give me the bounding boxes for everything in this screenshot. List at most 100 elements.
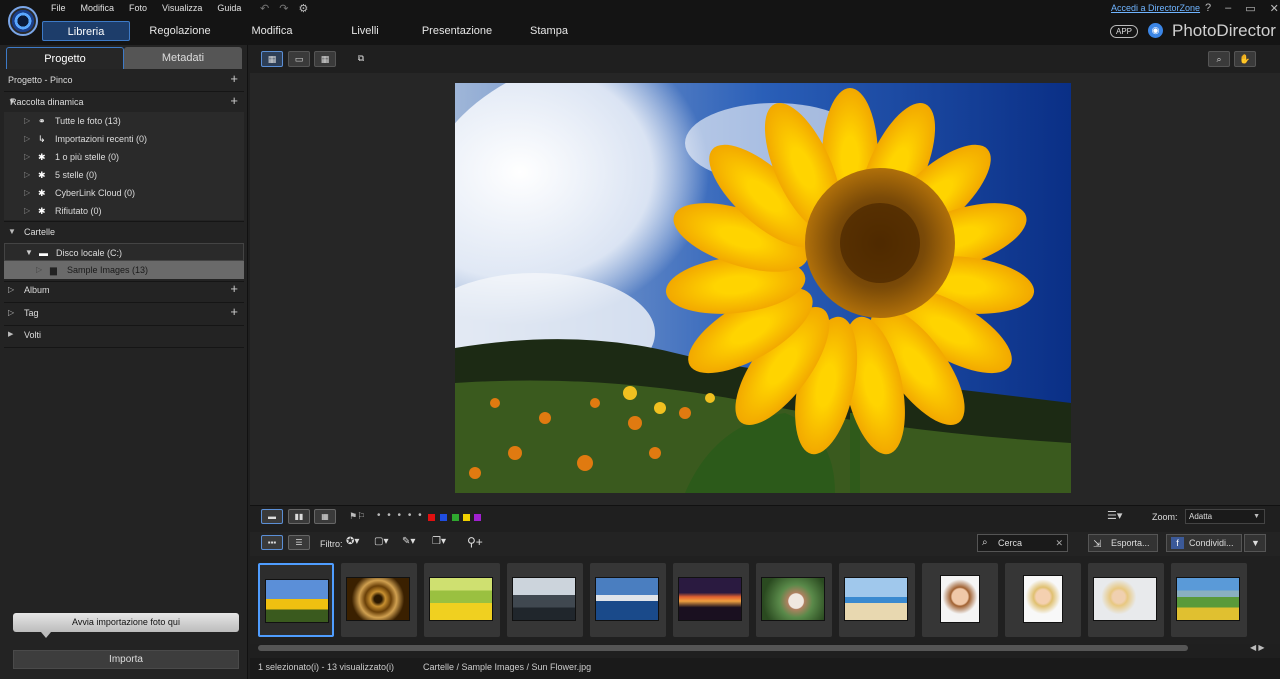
add-album-icon[interactable]: + (230, 280, 238, 298)
left-panel: Progetto Metadati Progetto - Pinco + ▼ R… (0, 45, 248, 679)
menu-guida[interactable]: Guida (217, 3, 241, 13)
search-input[interactable]: ⌕ Cerca ✕ (977, 534, 1068, 552)
window-controls: ? – ▭ ✕ (1205, 2, 1279, 15)
close-icon[interactable]: ✕ (1270, 2, 1279, 15)
menu-foto[interactable]: Foto (129, 3, 147, 13)
collapse-triangle-icon[interactable]: ▼ (25, 244, 33, 262)
project-row[interactable]: Progetto - Pinco + (4, 71, 244, 89)
thumbnail-portrait-woman[interactable] (922, 563, 998, 637)
add-tag-icon[interactable]: + (230, 303, 238, 321)
thumbnail-view-icon[interactable]: ▪▪▪ (261, 535, 283, 550)
account-icon[interactable]: ◉ (1148, 23, 1163, 38)
thumbnail-sunflower[interactable] (258, 563, 334, 637)
expand-triangle-icon[interactable]: ▷ (36, 261, 42, 279)
maximize-icon[interactable]: ▭ (1245, 2, 1255, 15)
smart-item-five-stars[interactable]: ▷ ✱ 5 stelle (0) (4, 166, 244, 184)
color-label-yellow[interactable] (463, 514, 470, 521)
zoom-dropdown[interactable]: Adatta (1185, 509, 1265, 524)
thumbnail-harbor[interactable] (507, 563, 583, 637)
expand-triangle-icon[interactable]: ▷ (8, 304, 14, 322)
sunflower-photo[interactable] (455, 83, 1071, 493)
stack-dropdown[interactable]: ❐▾ (432, 536, 446, 547)
local-drive-row[interactable]: ▼ ▬ Disco locale (C:) (4, 243, 244, 261)
filter-rating-dropdown[interactable]: ▢▾ (374, 536, 388, 547)
multi-viewer-icon[interactable]: ▦ (314, 509, 336, 524)
help-button[interactable]: ? (1205, 2, 1211, 15)
compare-viewer-icon[interactable]: ▮▮ (288, 509, 310, 524)
thumbnail-cat[interactable] (756, 563, 832, 637)
thumbnail-sunset[interactable] (673, 563, 749, 637)
tab-presentazione[interactable]: Presentazione (416, 21, 498, 41)
thumbnail-mountain-meadow[interactable] (1171, 563, 1247, 637)
smart-item-cyberlink-cloud[interactable]: ▷ ✱ CyberLink Cloud (0) (4, 184, 244, 202)
faces-header[interactable]: ▶ Volti (4, 326, 244, 344)
undo-icon[interactable]: ↶ (260, 2, 269, 15)
expand-triangle-icon: ▷ (24, 188, 31, 197)
smart-item-one-star[interactable]: ▷ ✱ 1 o più stelle (0) (4, 148, 244, 166)
expand-triangle-icon[interactable]: ▷ (8, 281, 14, 299)
tab-stampa[interactable]: Stampa (522, 21, 576, 41)
album-header[interactable]: ▷ Album + (4, 281, 244, 299)
divider (4, 91, 244, 92)
sort-menu-icon[interactable]: ☰▾ (1107, 509, 1122, 522)
selection-status: 1 selezionato(i) - 13 visualizzato(i) (258, 662, 395, 672)
star-rating-dots[interactable]: • • • • • (377, 510, 424, 521)
color-label-red[interactable] (428, 514, 435, 521)
flag-icon[interactable]: ⚑⚐ (349, 511, 365, 522)
color-label-blue[interactable] (440, 514, 447, 521)
tab-modifica[interactable]: Modifica (240, 21, 304, 41)
loupe-view-icon[interactable]: ▦ (261, 51, 283, 67)
redo-icon[interactable]: ↷ (279, 2, 288, 15)
sample-images-folder[interactable]: ▷ ▆ Sample Images (13) (4, 261, 244, 279)
share-dropdown[interactable]: ▼ (1244, 534, 1266, 552)
menu-visualizza[interactable]: Visualizza (162, 3, 202, 13)
scroll-arrows-icon[interactable]: ◀ ▶ (1250, 643, 1265, 652)
smart-item-recent-imports[interactable]: ▷ ↳ Importazioni recenti (0) (4, 130, 244, 148)
tag-header[interactable]: ▷ Tag + (4, 304, 244, 322)
filter-flag-dropdown[interactable]: ✪▾ (346, 536, 359, 547)
folders-header[interactable]: ▼ Cartelle (4, 223, 244, 241)
thumbnail-portrait-blonde[interactable] (1005, 563, 1081, 637)
thumbnail-beach[interactable] (839, 563, 915, 637)
settings-gear-icon[interactable]: ⚙ (298, 2, 308, 15)
filter-edit-dropdown[interactable]: ✎▾ (402, 536, 415, 547)
tab-libreria[interactable]: Libreria (42, 21, 130, 41)
color-label-purple[interactable] (474, 514, 481, 521)
smart-item-all-photos[interactable]: ▷ ⚭ Tutte le foto (13) (4, 112, 244, 130)
smart-collection-header[interactable]: ▼ Raccolta dinamica + (4, 93, 244, 111)
color-label-green[interactable] (452, 514, 459, 521)
thumbnail-spiral-staircase[interactable] (341, 563, 417, 637)
tab-metadati[interactable]: Metadati (124, 47, 242, 69)
single-viewer-icon[interactable]: ▬ (261, 509, 283, 524)
collapse-triangle-icon[interactable]: ▼ (8, 223, 16, 241)
smart-item-rejected[interactable]: ▷ ✱ Rifiutato (0) (4, 202, 244, 220)
export-button[interactable]: ⇲ Esporta... (1088, 534, 1158, 552)
directorzone-login-link[interactable]: Accedi a DirectorZone (1111, 3, 1200, 13)
zoom-tool-icon[interactable]: ⌕ (1208, 51, 1230, 67)
grid-view-icon[interactable]: ▦ (314, 51, 336, 67)
tab-progetto[interactable]: Progetto (6, 47, 124, 69)
add-smart-collection-icon[interactable]: + (230, 92, 238, 110)
hand-tool-icon[interactable]: ✋ (1234, 51, 1256, 67)
thumbnail-woman-laptop[interactable] (1088, 563, 1164, 637)
thumbnail-bicycle[interactable] (424, 563, 500, 637)
clear-search-icon[interactable]: ✕ (1055, 535, 1063, 551)
second-display-icon[interactable]: ⧉ (350, 51, 372, 67)
app-badge[interactable]: APP (1110, 25, 1138, 38)
tab-livelli[interactable]: Livelli (340, 21, 390, 41)
filmstrip-scrollbar[interactable] (258, 645, 1188, 651)
expand-triangle-icon[interactable]: ▶ (8, 326, 13, 344)
thumbnail-coast[interactable] (590, 563, 666, 637)
share-button[interactable]: f Condividi... (1166, 534, 1242, 552)
single-view-icon[interactable]: ▭ (288, 51, 310, 67)
menu-file[interactable]: File (51, 3, 66, 13)
thumbnail-image (595, 577, 659, 621)
list-view-icon[interactable]: ☰ (288, 535, 310, 550)
tab-regolazione[interactable]: Regolazione (140, 21, 220, 41)
minimize-icon[interactable]: – (1225, 2, 1231, 15)
add-person-icon[interactable]: ⚲+ (467, 535, 483, 549)
add-project-icon[interactable]: + (230, 70, 238, 88)
menu-modifica[interactable]: Modifica (81, 3, 115, 13)
zoom-label: Zoom: (1152, 512, 1178, 522)
import-button[interactable]: Importa (13, 650, 239, 669)
